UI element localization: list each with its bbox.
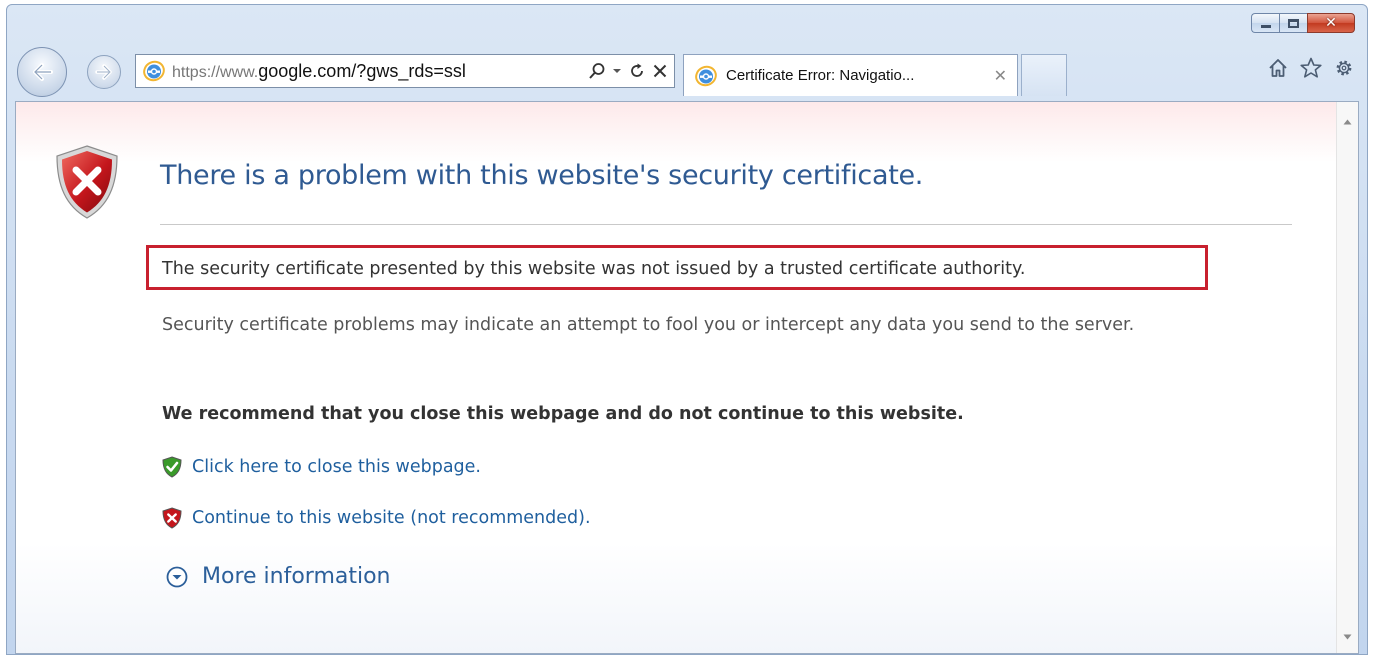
shield-x-small-icon — [162, 507, 182, 529]
continue-row: Continue to this website (not recommende… — [162, 507, 591, 529]
browser-window: ✕ https://www.google.com/?gws_rds=ssl Ce… — [6, 4, 1368, 655]
url-prefix: https://www. — [172, 63, 259, 81]
ie-tab-icon — [695, 65, 717, 86]
address-tools — [588, 62, 668, 80]
more-information-row[interactable]: More information — [166, 564, 391, 589]
tab-title: Certificate Error: Navigatio... — [726, 67, 915, 84]
window-caption-buttons: ✕ — [1251, 13, 1355, 33]
dropdown-button[interactable] — [612, 67, 622, 75]
more-information-link[interactable]: More information — [202, 564, 391, 589]
certificate-error-message: The security certificate presented by th… — [162, 259, 1026, 279]
triangle-down-icon — [1343, 634, 1352, 640]
command-icons — [1267, 57, 1355, 83]
url-text: https://www.google.com/?gws_rds=ssl — [172, 61, 466, 82]
search-icon — [589, 63, 605, 79]
favorites-button[interactable] — [1299, 57, 1323, 83]
close-icon: ✕ — [1325, 15, 1337, 31]
back-arrow-icon — [33, 63, 53, 81]
maximize-button[interactable] — [1279, 13, 1307, 33]
page-title: There is a problem with this website's s… — [160, 160, 924, 191]
search-button[interactable] — [588, 62, 606, 80]
refresh-icon — [631, 63, 643, 77]
forward-arrow-icon — [95, 64, 112, 80]
forward-button[interactable] — [87, 55, 121, 89]
title-divider — [160, 224, 1292, 225]
address-bar[interactable]: https://www.google.com/?gws_rds=ssl — [135, 54, 675, 88]
shield-check-icon — [162, 456, 182, 478]
chevron-down-circle-icon — [166, 566, 188, 587]
tab-close-button[interactable]: ✕ — [994, 66, 1007, 85]
tools-button[interactable] — [1333, 57, 1355, 83]
new-tab-button[interactable] — [1021, 54, 1067, 96]
recommendation-text: We recommend that you close this webpage… — [162, 404, 964, 424]
vertical-scrollbar[interactable] — [1336, 102, 1358, 653]
triangle-up-icon — [1343, 119, 1352, 125]
ie-page-icon — [143, 60, 165, 82]
stop-x-icon — [653, 64, 667, 78]
shield-x-icon — [56, 145, 118, 219]
stop-button[interactable] — [652, 63, 668, 79]
url-domain: google.com/?gws_rds=ssl — [258, 60, 466, 81]
close-window-button[interactable]: ✕ — [1307, 13, 1355, 33]
tab-certificate-error[interactable]: Certificate Error: Navigatio... ✕ — [683, 54, 1018, 96]
page-content: There is a problem with this website's s… — [15, 101, 1359, 654]
refresh-button[interactable] — [628, 62, 646, 80]
close-webpage-link[interactable]: Click here to close this webpage. — [192, 457, 481, 477]
scroll-down-button[interactable] — [1337, 627, 1358, 647]
minimize-icon — [1260, 25, 1271, 28]
star-icon — [1300, 57, 1322, 78]
continue-link[interactable]: Continue to this website (not recommende… — [192, 508, 591, 528]
chevron-down-icon — [613, 69, 621, 73]
minimize-button[interactable] — [1251, 13, 1279, 33]
back-button[interactable] — [17, 47, 67, 97]
warning-text: Security certificate problems may indica… — [162, 315, 1135, 335]
home-button[interactable] — [1267, 57, 1289, 83]
home-icon — [1269, 59, 1287, 77]
scroll-up-button[interactable] — [1337, 112, 1358, 132]
maximize-icon — [1288, 18, 1299, 28]
gear-icon — [1336, 60, 1352, 76]
close-webpage-row: Click here to close this webpage. — [162, 456, 481, 478]
